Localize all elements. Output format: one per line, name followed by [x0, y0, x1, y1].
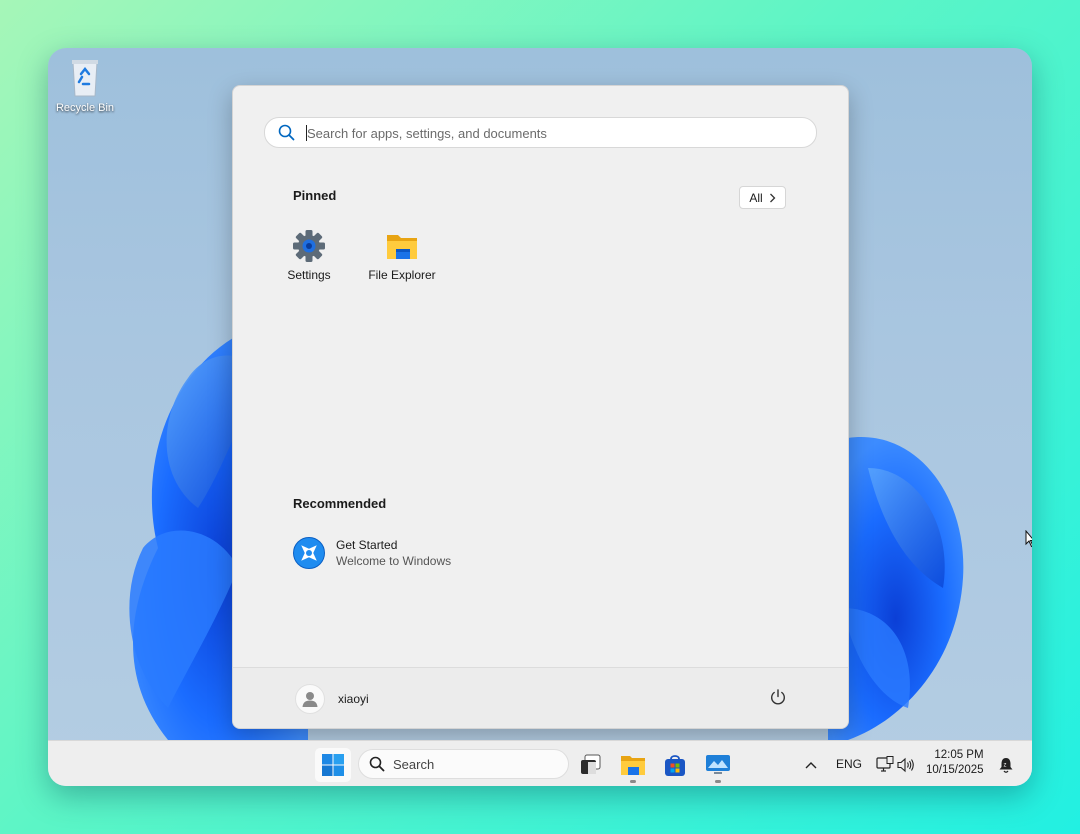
- chevron-up-icon: [805, 762, 817, 769]
- user-account-button[interactable]: xiaoyi: [295, 684, 369, 714]
- recycle-bin-label: Recycle Bin: [55, 102, 115, 114]
- notification-button[interactable]: z: [994, 748, 1018, 782]
- recommended-item-get-started[interactable]: Get Started Welcome to Windows: [293, 537, 451, 569]
- taskbar-file-explorer[interactable]: [615, 748, 651, 783]
- running-indicator: [715, 780, 721, 783]
- get-started-title: Get Started: [336, 538, 398, 552]
- file-explorer-icon: [621, 756, 645, 775]
- chevron-right-icon: [769, 193, 776, 202]
- microsoft-store-icon: [665, 755, 685, 776]
- notification-bell-icon: z: [999, 758, 1013, 773]
- pinned-app-file-explorer[interactable]: File Explorer: [367, 229, 437, 282]
- file-explorer-icon: [387, 235, 417, 259]
- get-started-icon: [293, 537, 325, 569]
- power-button[interactable]: [769, 688, 787, 711]
- all-apps-label: All: [749, 190, 763, 205]
- recommended-title: Recommended: [293, 496, 387, 511]
- volume-icon: [896, 757, 914, 773]
- task-view-icon: [581, 754, 601, 774]
- network-volume-button[interactable]: [870, 748, 920, 782]
- search-icon: [278, 124, 295, 141]
- taskbar-search-label: Search: [393, 757, 435, 772]
- all-apps-button[interactable]: All: [739, 186, 786, 209]
- pinned-app-settings[interactable]: Settings: [285, 229, 333, 282]
- pinned-title: Pinned: [293, 188, 337, 203]
- taskbar-search[interactable]: Search: [358, 749, 569, 779]
- taskbar-microsoft-store[interactable]: [657, 748, 693, 782]
- desktop-screen: Recycle Bin Pinned All: [48, 48, 1032, 786]
- settings-label: Settings: [287, 268, 331, 282]
- get-started-subtitle: Welcome to Windows: [336, 554, 452, 568]
- power-icon: [771, 689, 785, 705]
- show-hidden-icons-button[interactable]: [793, 748, 829, 782]
- language-indicator[interactable]: ENG: [836, 757, 862, 771]
- start-menu: Pinned All: [232, 85, 849, 729]
- user-icon: [302, 692, 318, 707]
- settings-gear-icon: [293, 230, 325, 262]
- recycle-bin-icon: [72, 60, 98, 97]
- user-name: xiaoyi: [338, 692, 369, 706]
- clock-time: 12:05 PM: [934, 749, 984, 761]
- taskbar: Search ENG 12:05 PM 10/15/2025 z: [48, 740, 1032, 786]
- clock[interactable]: 12:05 PM 10/15/2025: [926, 748, 984, 778]
- remote-desktop-icon: [706, 755, 730, 774]
- search-icon: [369, 756, 385, 772]
- clock-date: 10/15/2025: [926, 764, 984, 776]
- svg-text:z: z: [1004, 763, 1007, 769]
- taskbar-remote-desktop[interactable]: [700, 748, 736, 783]
- file-explorer-label: File Explorer: [368, 268, 436, 282]
- task-view-button[interactable]: [573, 748, 609, 782]
- running-indicator: [630, 780, 636, 783]
- start-search-box[interactable]: [264, 117, 817, 148]
- avatar: [295, 684, 325, 714]
- recycle-bin-desktop-icon[interactable]: Recycle Bin: [54, 58, 116, 114]
- windows-logo-icon: [322, 754, 344, 776]
- start-footer: xiaoyi: [233, 667, 848, 728]
- mouse-cursor-icon: [1025, 530, 1032, 548]
- start-button[interactable]: [315, 748, 351, 782]
- start-search-input[interactable]: [305, 122, 799, 144]
- network-icon: [875, 756, 893, 772]
